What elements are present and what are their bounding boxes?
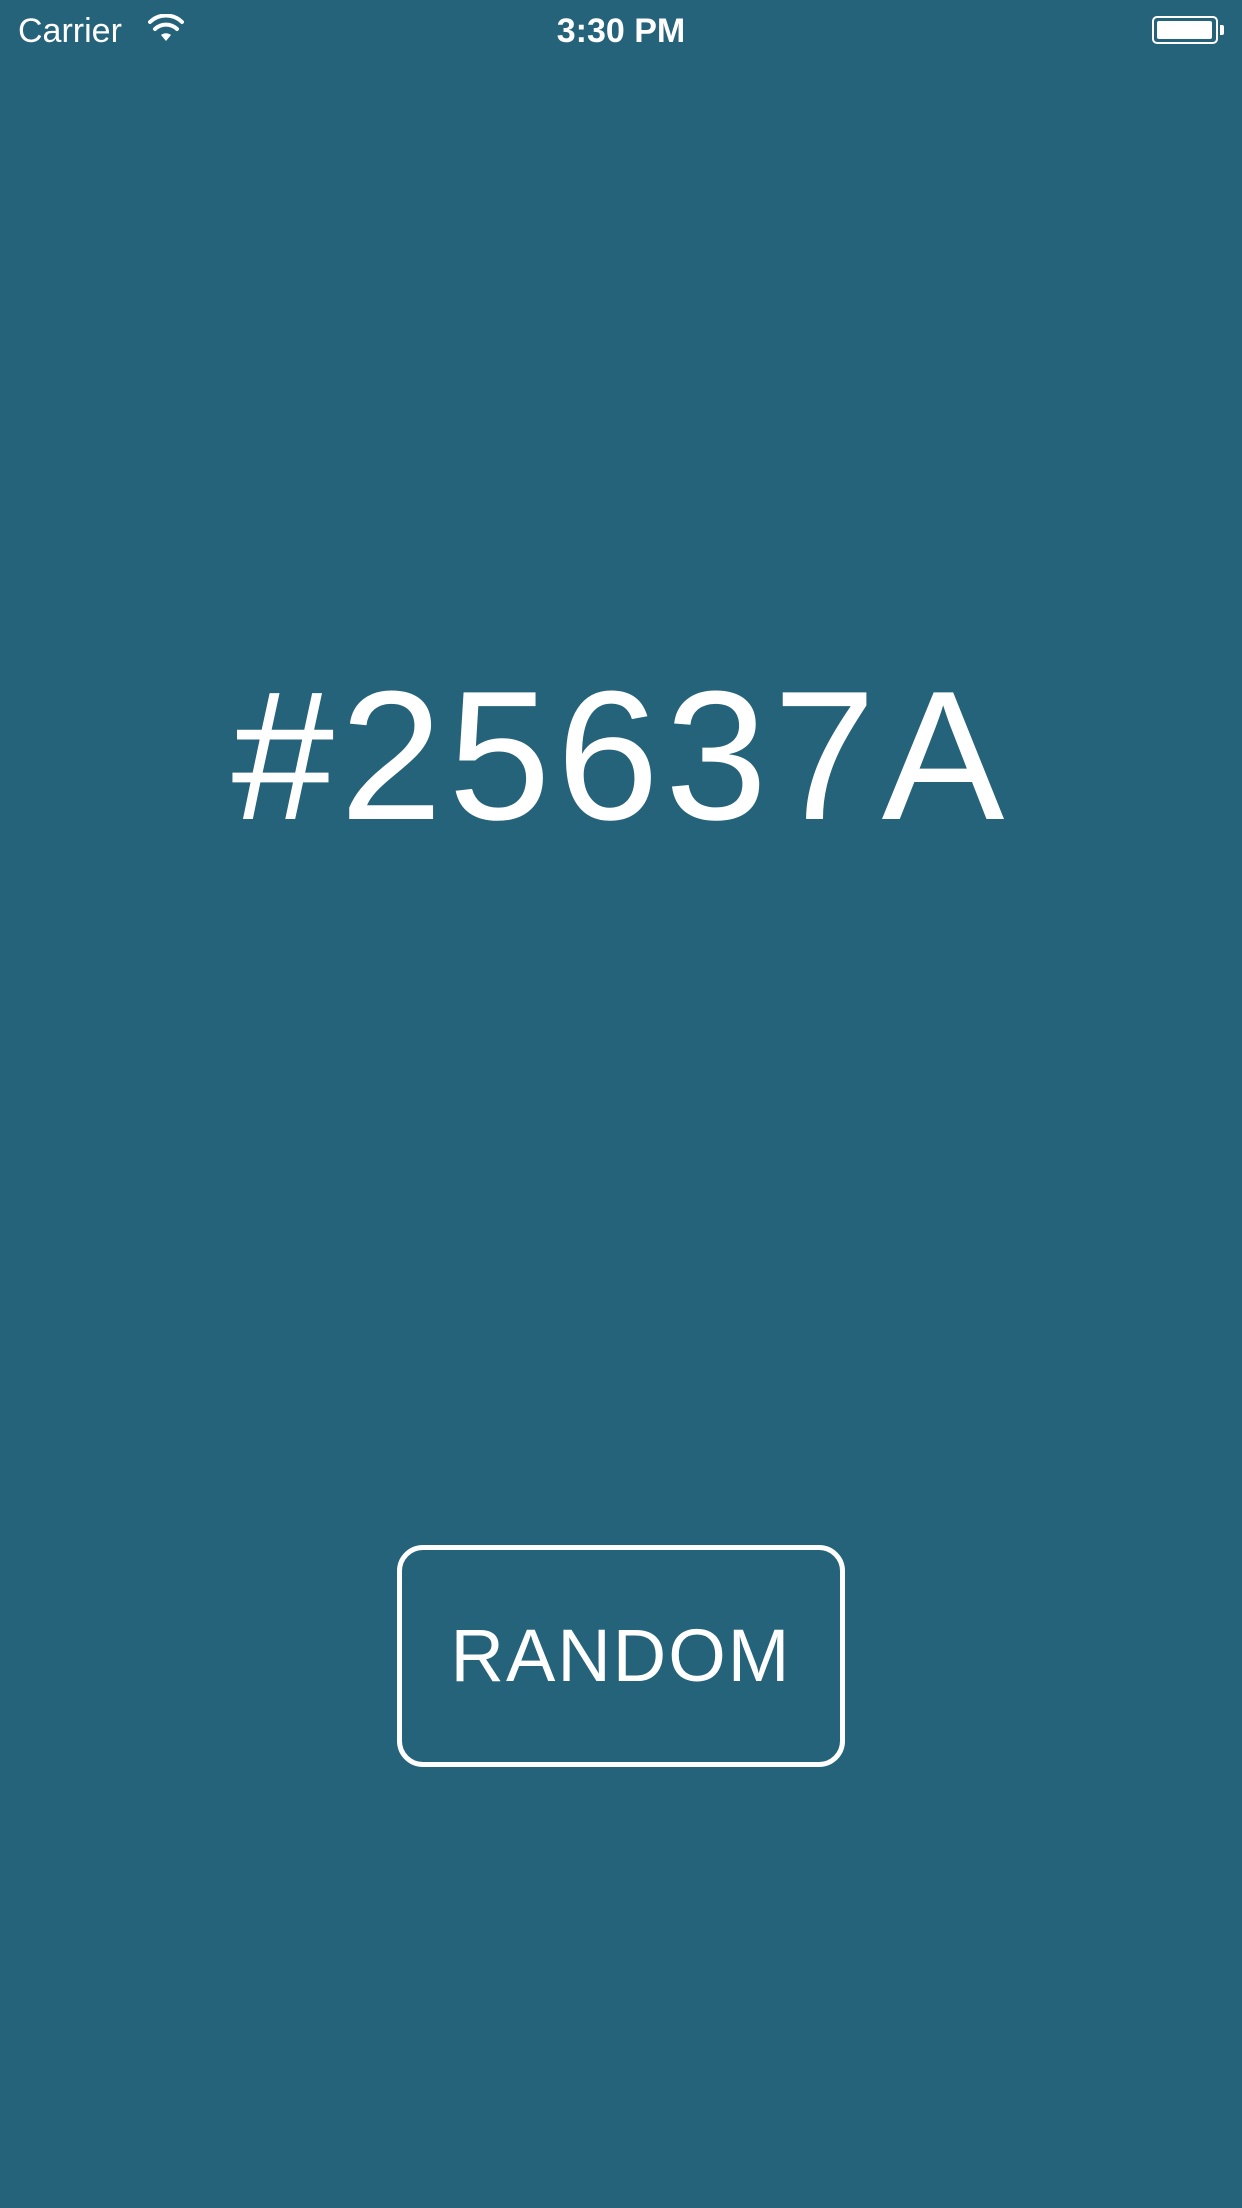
hex-color-value: #25637A bbox=[231, 652, 1011, 858]
battery-level-fill bbox=[1157, 21, 1212, 39]
status-time: 3:30 PM bbox=[556, 12, 686, 50]
status-bar: Carrier 3:30 PM bbox=[0, 0, 1242, 62]
battery-tip bbox=[1220, 25, 1224, 35]
random-button[interactable]: RANDOM bbox=[397, 1545, 845, 1767]
battery-icon bbox=[1152, 16, 1218, 44]
